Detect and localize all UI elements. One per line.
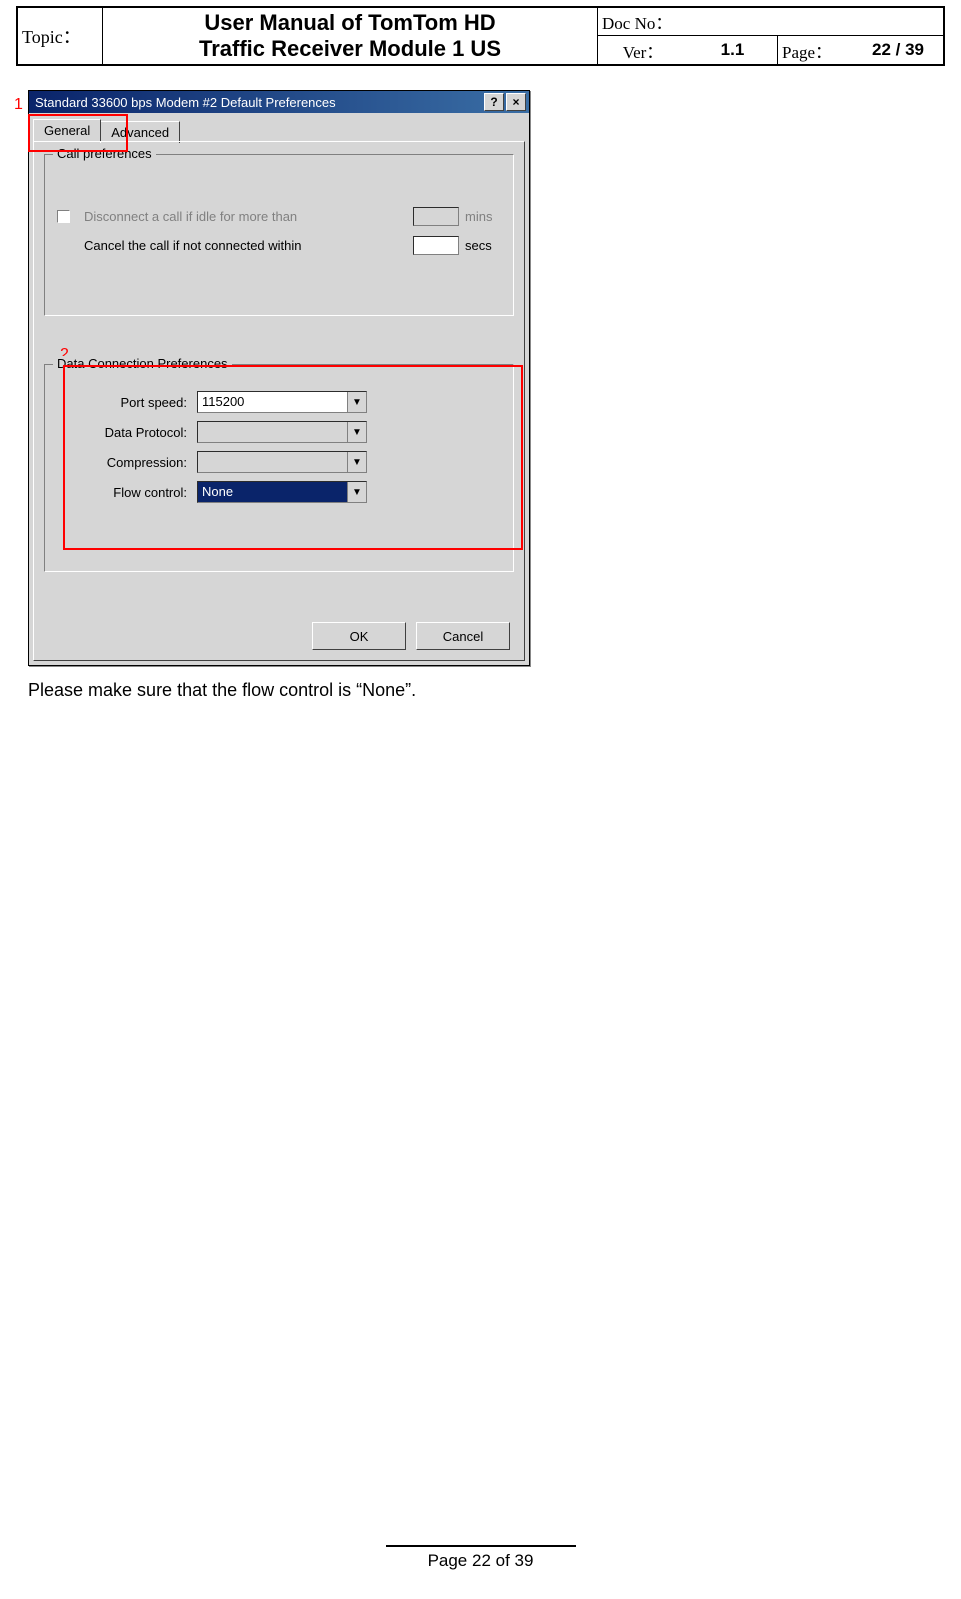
tab-general-label: General [44,123,90,138]
ver-label: Ver： [598,36,688,64]
tab-page-general: Call preferences Disconnect a call if id… [33,141,525,661]
checkbox-disconnect-idle [57,210,70,223]
chevron-down-icon[interactable]: ▼ [347,392,366,412]
doc-title: User Manual of TomTom HD Traffic Receive… [103,8,598,64]
chevron-down-icon[interactable]: ▼ [347,482,366,502]
cancel-button[interactable]: Cancel [416,622,510,650]
doc-title-line2: Traffic Receiver Module 1 US [199,36,501,62]
preferences-dialog: Standard 33600 bps Modem #2 Default Pref… [28,90,530,666]
dialog-titlebar: Standard 33600 bps Modem #2 Default Pref… [29,91,529,113]
close-button[interactable]: × [506,93,526,111]
group-call-preferences-legend: Call preferences [53,146,156,161]
screenshot-figure: 1 2 Standard 33600 bps Modem #2 Default … [28,90,538,666]
page-label: Page： [778,36,853,64]
doc-header: Topic： User Manual of TomTom HD Traffic … [16,6,945,66]
combo-port-speed-value: 115200 [198,392,347,412]
dialog-button-row: OK Cancel [312,622,510,650]
page-footer: Page 22 of 39 [0,1545,961,1571]
group-call-preferences: Call preferences Disconnect a call if id… [44,154,514,316]
ok-button[interactable]: OK [312,622,406,650]
row-data-protocol: Data Protocol: ▼ [57,421,501,443]
docno-label: Doc No： [598,8,688,36]
row-compression: Compression: ▼ [57,451,501,473]
label-port-speed: Port speed: [57,395,197,410]
label-cancel-call: Cancel the call if not connected within [78,238,413,253]
label-flow-control: Flow control: [57,485,197,500]
row-port-speed: Port speed: 115200 ▼ [57,391,501,413]
input-cancel-call[interactable] [413,236,459,255]
callout-1: 1 [14,96,23,114]
footer-text: Page 22 of 39 [428,1551,534,1570]
group-data-connection: Data Connection Preferences Port speed: … [44,364,514,572]
doc-title-line1: User Manual of TomTom HD [204,10,495,36]
dialog-title: Standard 33600 bps Modem #2 Default Pref… [35,95,482,110]
input-disconnect-idle [413,207,459,226]
help-button[interactable]: ? [484,93,504,111]
combo-flow-control[interactable]: None ▼ [197,481,367,503]
cancel-button-label: Cancel [443,629,483,644]
combo-data-protocol: ▼ [197,421,367,443]
label-compression: Compression: [57,455,197,470]
row-disconnect-idle: Disconnect a call if idle for more than … [57,207,501,226]
tab-advanced[interactable]: Advanced [100,121,180,143]
footer-rule [386,1545,576,1547]
docno-value [688,8,943,36]
ver-value: 1.1 [688,36,778,64]
tab-general[interactable]: General [33,119,101,141]
unit-secs: secs [465,238,501,253]
combo-compression-value [198,452,347,472]
combo-flow-control-value: None [198,482,347,502]
tab-advanced-label: Advanced [111,125,169,140]
combo-compression: ▼ [197,451,367,473]
group-data-connection-legend: Data Connection Preferences [53,356,232,371]
topic-label: Topic： [18,8,103,64]
ok-button-label: OK [350,629,369,644]
combo-data-protocol-value [198,422,347,442]
row-flow-control: Flow control: None ▼ [57,481,501,503]
combo-port-speed[interactable]: 115200 ▼ [197,391,367,413]
unit-mins: mins [465,209,501,224]
chevron-down-icon: ▼ [347,422,366,442]
tab-row: General Advanced [29,113,529,141]
row-cancel-call: Cancel the call if not connected within … [57,236,501,255]
page-value: 22 / 39 [853,36,943,64]
body-text: Please make sure that the flow control i… [28,680,945,701]
label-disconnect-idle: Disconnect a call if idle for more than [78,209,413,224]
chevron-down-icon: ▼ [347,452,366,472]
label-data-protocol: Data Protocol: [57,425,197,440]
